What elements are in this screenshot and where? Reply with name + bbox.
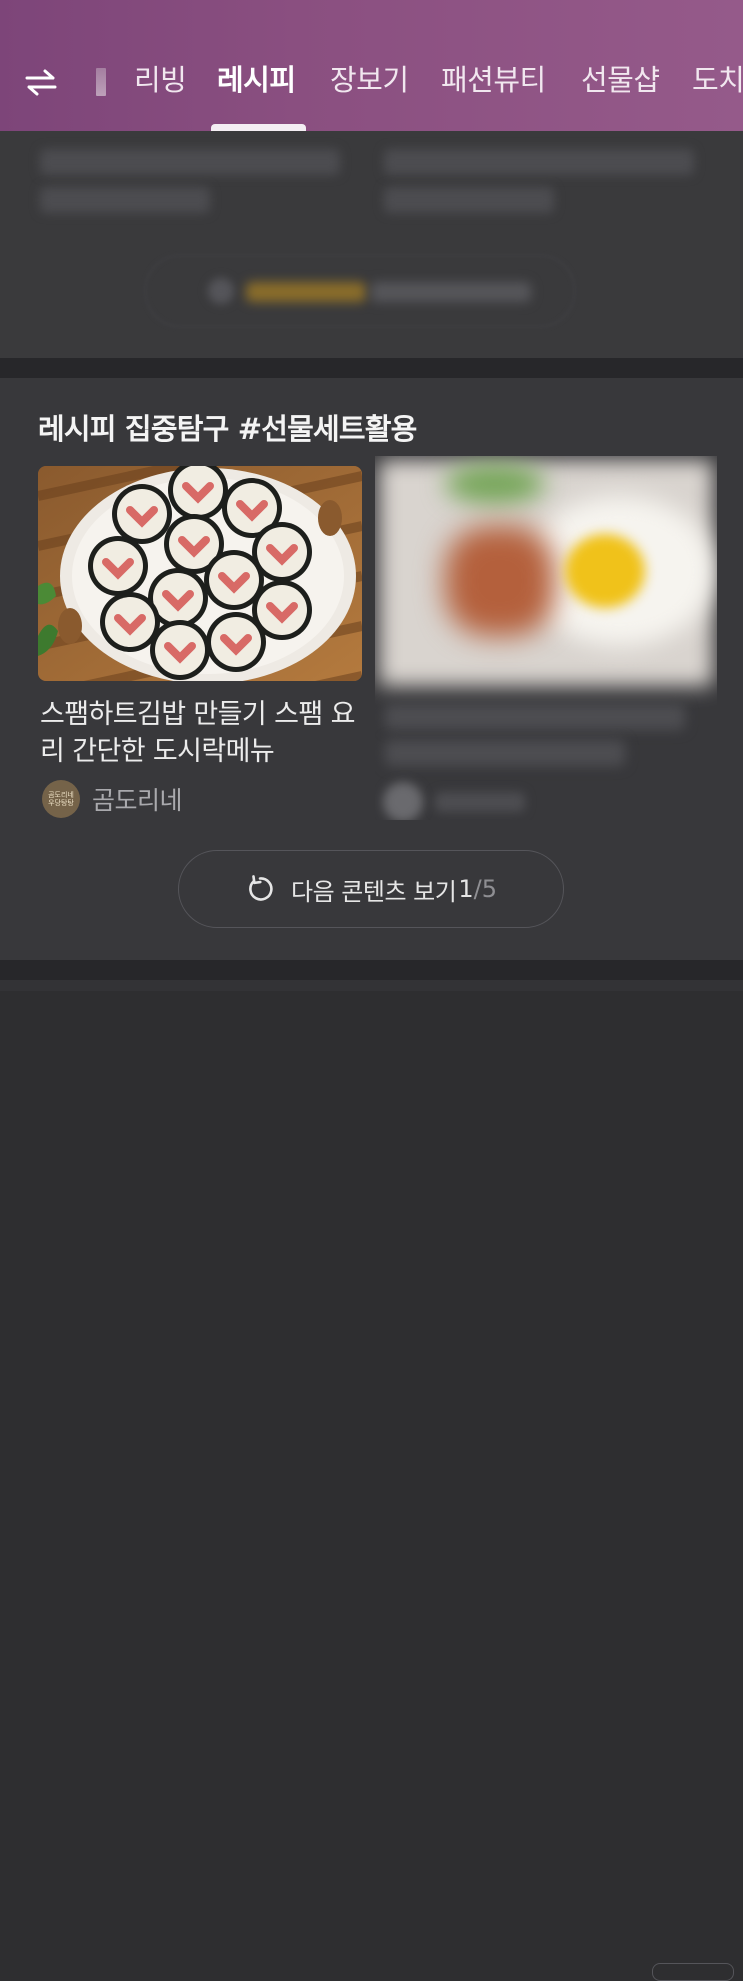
blurred-text xyxy=(40,149,340,175)
scroll-fade-indicator xyxy=(96,68,106,96)
recipe-thumbnail[interactable] xyxy=(38,466,362,681)
total-pages: 5 xyxy=(481,875,497,903)
section-title: 레시피 집중탐구 #선물세트활용 xyxy=(38,412,417,446)
blurred-recipe-card[interactable] xyxy=(375,456,717,820)
recipe-title[interactable]: 스팸하트김밥 만들기 스팸 요리 간단한 도시락메뉴 xyxy=(40,696,356,770)
avatar-text: 우당탕탕 xyxy=(48,799,74,807)
tab-groceries[interactable]: 장보기 xyxy=(330,58,409,102)
next-content-button[interactable]: 다음 콘텐츠 보기 1/5 xyxy=(178,850,564,928)
page-separator: / xyxy=(473,875,482,903)
avatar: 곰도리네 우당탕탕 xyxy=(42,780,80,818)
tab-recipe[interactable]: 레시피 xyxy=(217,58,296,102)
pagination-indicator: 1/5 xyxy=(458,875,497,903)
section-divider xyxy=(0,960,743,980)
tab-gift-shop[interactable]: 선물샵 xyxy=(581,58,660,102)
tab-living[interactable]: 리빙 xyxy=(134,58,187,102)
blurred-text xyxy=(40,187,210,213)
next-content-label: 다음 콘텐츠 보기 xyxy=(291,877,457,906)
recipe-section: 레시피 집중탐구 #선물세트활용 스팸하트김밥 만들기 스팸 요리 간단한 도시… xyxy=(0,378,743,960)
next-section-edge xyxy=(0,980,743,1981)
blurred-text xyxy=(384,187,554,213)
blurred-text xyxy=(384,149,694,175)
author-row[interactable]: 곰도리네 우당탕탕 곰도리네 xyxy=(42,780,183,818)
top-nav-bar: 리빙 레시피 장보기 패션뷰티 선물샵 도치 xyxy=(0,0,743,131)
kimbap-image xyxy=(38,466,362,681)
tab-partial[interactable]: 도치 xyxy=(692,58,743,102)
swap-arrows-button[interactable] xyxy=(18,60,64,104)
avatar-text: 곰도리네 xyxy=(48,791,74,799)
blurred-upper-section xyxy=(0,131,743,358)
refresh-icon xyxy=(249,875,273,901)
swap-arrows-icon xyxy=(25,69,57,96)
tab-fashion-beauty[interactable]: 패션뷰티 xyxy=(441,58,546,102)
blurred-button xyxy=(145,255,575,327)
section-divider xyxy=(0,358,743,378)
active-tab-indicator xyxy=(211,124,306,131)
current-page: 1 xyxy=(458,875,474,903)
author-name: 곰도리네 xyxy=(92,786,183,815)
partial-badge xyxy=(652,1963,734,1981)
